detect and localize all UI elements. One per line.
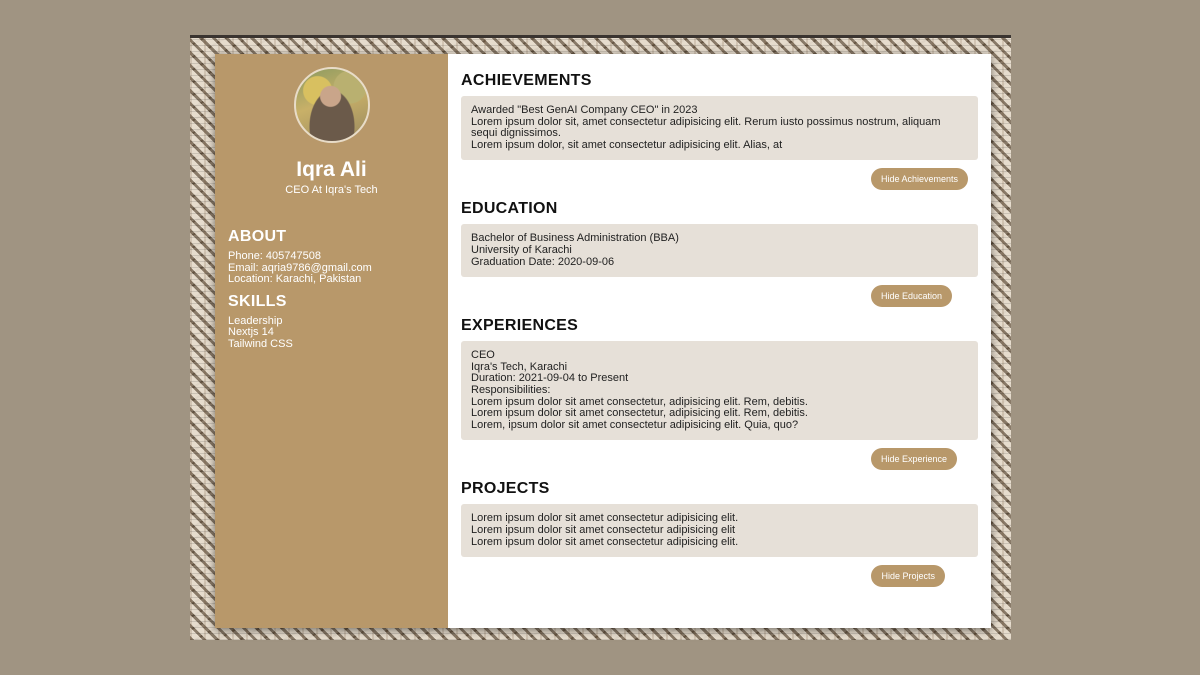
about-phone: Phone: 405747508: [228, 250, 321, 262]
project-line: Lorem ipsum dolor sit amet consectetur a…: [471, 523, 736, 536]
projects-heading: PROJECTS: [461, 480, 550, 498]
experience-line: Lorem, ipsum dolor sit amet consectetur …: [471, 418, 799, 431]
experience-line: CEO: [471, 349, 495, 362]
education-section: EDUCATION Bachelor of Business Administr…: [461, 200, 978, 308]
education-heading: EDUCATION: [461, 200, 558, 218]
achievements-box: Awarded "Best GenAI Company CEO" in 2023…: [461, 96, 978, 161]
education-box: Bachelor of Business Administration (BBA…: [461, 224, 978, 278]
projects-box: Lorem ipsum dolor sit amet consectetur a…: [461, 504, 978, 558]
about-location: Location: Karachi, Pakistan: [228, 273, 362, 285]
experiences-box: CEO Iqra's Tech, Karachi Duration: 2021-…: [461, 341, 978, 441]
achievement-line: Lorem ipsum dolor sit, amet consectetur …: [471, 115, 941, 140]
education-line: Graduation Date: 2020-09-06: [471, 255, 615, 268]
skill-item: Nextjs 14: [228, 326, 274, 338]
sidebar: Iqra Ali CEO At Iqra's Tech ABOUT Phone:…: [215, 54, 448, 628]
projects-section: PROJECTS Lorem ipsum dolor sit amet cons…: [461, 480, 978, 588]
experience-line: Responsibilities:: [471, 383, 551, 396]
achievements-heading: ACHIEVEMENTS: [461, 72, 592, 89]
profile-name: Iqra Ali: [296, 158, 367, 181]
experiences-section: EXPERIENCES CEO Iqra's Tech, Karachi Dur…: [461, 317, 978, 471]
achievement-line: Awarded "Best GenAI Company CEO" in 2023: [471, 104, 698, 116]
hide-education-button[interactable]: Hide Education: [870, 285, 952, 308]
hide-experience-button[interactable]: Hide Experience: [870, 448, 957, 471]
hide-projects-button[interactable]: Hide Projects: [871, 565, 945, 588]
project-line: Lorem ipsum dolor sit amet consectetur a…: [471, 535, 739, 548]
profile-role: CEO At Iqra's Tech: [285, 184, 378, 196]
hide-achievements-button[interactable]: Hide Achievements: [870, 168, 968, 191]
education-line: University of Karachi: [471, 243, 572, 256]
skills-heading: SKILLS: [228, 292, 287, 310]
avatar: [293, 67, 370, 143]
skill-item: Tailwind CSS: [228, 337, 293, 350]
experiences-heading: EXPERIENCES: [461, 317, 579, 335]
main-content: ACHIEVEMENTS Awarded "Best GenAI Company…: [448, 54, 991, 628]
newspaper-background: Iqra Ali CEO At Iqra's Tech ABOUT Phone:…: [190, 35, 1011, 640]
achievements-section: ACHIEVEMENTS Awarded "Best GenAI Company…: [461, 72, 978, 191]
experience-line: Lorem ipsum dolor sit amet consectetur, …: [471, 407, 808, 420]
resume-card: Iqra Ali CEO At Iqra's Tech ABOUT Phone:…: [215, 54, 991, 628]
about-heading: ABOUT: [228, 228, 287, 245]
achievement-line: Lorem ipsum dolor, sit amet consectetur …: [471, 138, 783, 151]
